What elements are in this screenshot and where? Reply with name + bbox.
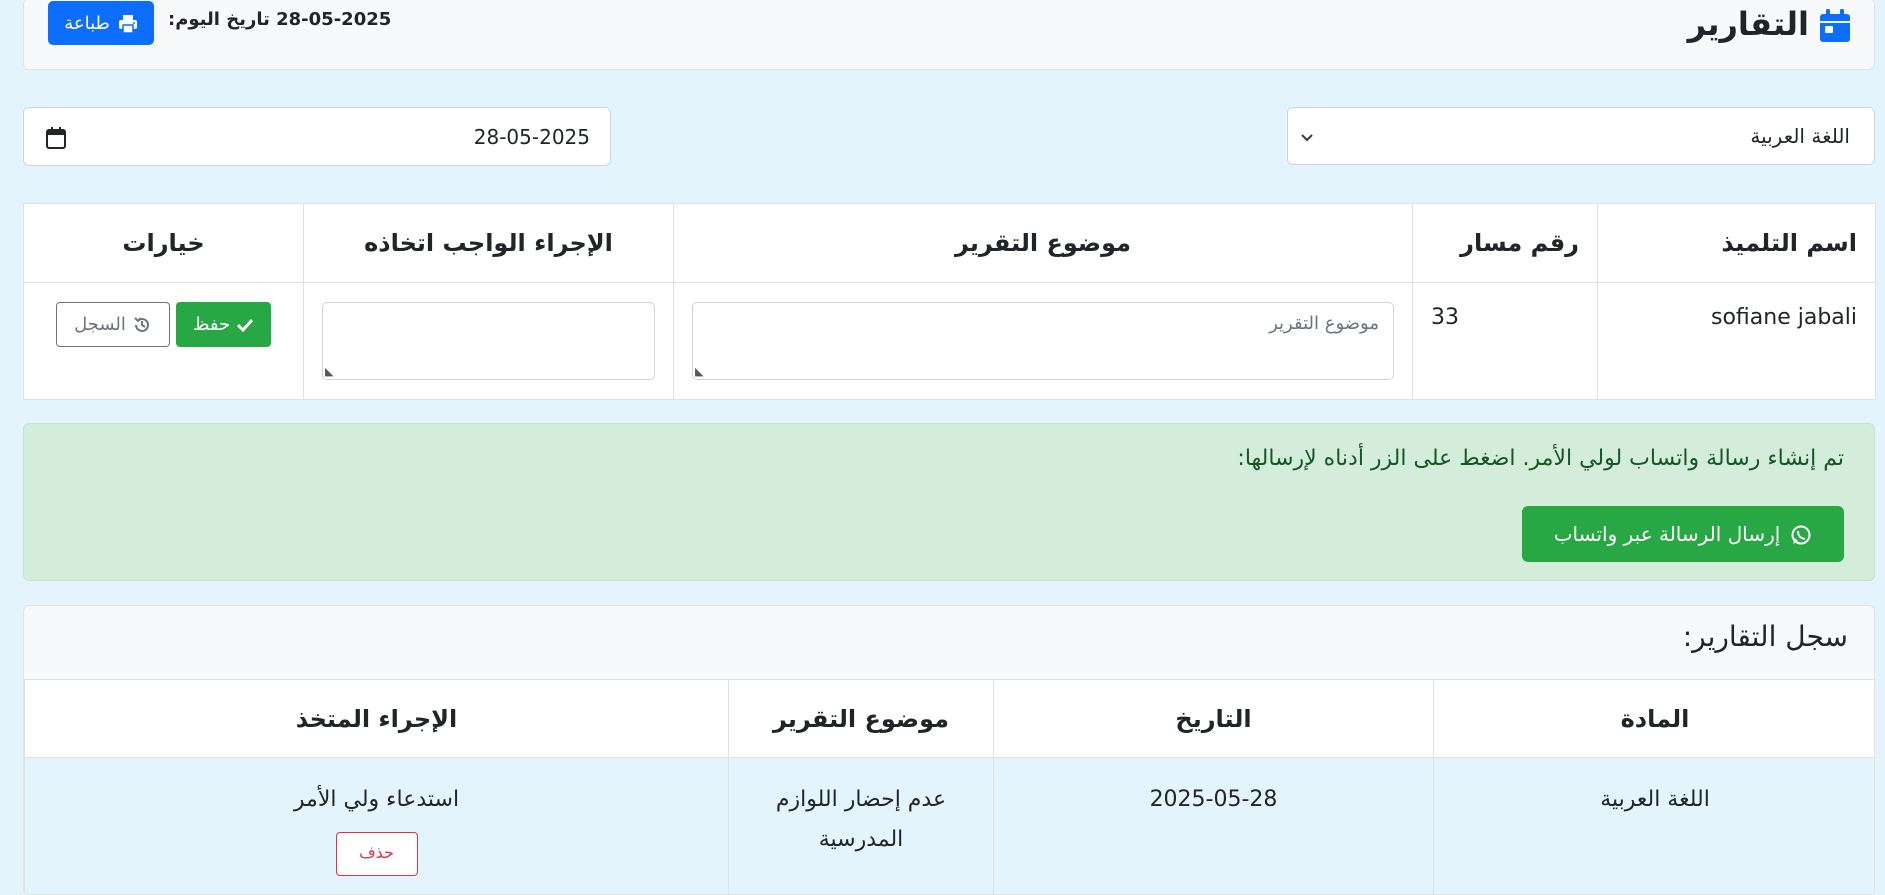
options-buttons: حفظ السجل [42, 302, 285, 347]
history-topic-cell: عدم إحضار اللوازم المدرسية [729, 758, 994, 895]
date-input[interactable]: 28-05-2025 [23, 107, 611, 166]
reports-history-card: سجل التقارير: المادة التاريخ موضوع التقر… [23, 605, 1875, 895]
header-required-action: الإجراء الواجب اتخاذه [304, 204, 674, 283]
whatsapp-button-label: إرسال الرسالة عبر واتساب [1554, 522, 1781, 546]
calendar-icon [1819, 5, 1851, 43]
today-label: تاريخ اليوم: [168, 9, 270, 30]
history-title: سجل التقارير: [1683, 620, 1848, 653]
history-header-row: المادة التاريخ موضوع التقرير الإجراء الم… [25, 680, 1876, 758]
history-header-date: التاريخ [994, 680, 1434, 758]
history-header-subject: المادة [1434, 680, 1876, 758]
table-row: اللغة العربية 2025-05-28 عدم إحضار اللوا… [25, 758, 1876, 895]
history-label: السجل [74, 314, 126, 335]
history-icon [132, 314, 152, 335]
check-icon [236, 314, 254, 335]
header-card: التقارير 28-05-2025 تاريخ اليوم: طباعة [23, 0, 1875, 70]
header-student-name: اسم التلميذ [1598, 204, 1876, 283]
report-topic-placeholder: موضوع التقرير [1269, 313, 1379, 334]
calendar-picker-icon[interactable] [46, 124, 66, 149]
send-whatsapp-button[interactable]: إرسال الرسالة عبر واتساب [1522, 506, 1844, 562]
report-entry-table: اسم التلميذ رقم مسار موضوع التقرير الإجر… [23, 203, 1876, 400]
history-header-action: الإجراء المتخذ [25, 680, 729, 758]
student-name-cell: sofiane jabali [1598, 283, 1876, 400]
page-title: التقارير [1688, 5, 1851, 43]
print-button[interactable]: طباعة [48, 1, 154, 45]
resize-grip-icon[interactable]: ◢ [695, 365, 703, 378]
history-subject-cell: اللغة العربية [1434, 758, 1876, 895]
header-report-topic: موضوع التقرير [674, 204, 1413, 283]
history-action-cell: استدعاء ولي الأمر حذف [25, 758, 729, 895]
save-label: حفظ [193, 314, 230, 335]
subject-selected: اللغة العربية [1750, 124, 1850, 148]
save-button[interactable]: حفظ [176, 302, 271, 347]
alert-message: تم إنشاء رسالة واتساب لولي الأمر. اضغط ع… [1237, 446, 1844, 471]
delete-button[interactable]: حذف [336, 832, 418, 876]
options-cell: حفظ السجل [24, 283, 304, 400]
subject-select[interactable]: اللغة العربية [1287, 107, 1875, 165]
report-topic-input[interactable]: موضوع التقرير ◢ [692, 302, 1394, 380]
page-title-text: التقارير [1688, 5, 1809, 43]
report-topic-cell: موضوع التقرير ◢ [674, 283, 1413, 400]
action-input[interactable]: ◢ [322, 302, 655, 380]
history-table: المادة التاريخ موضوع التقرير الإجراء الم… [24, 679, 1875, 895]
history-date-cell: 2025-05-28 [994, 758, 1434, 895]
whatsapp-alert: تم إنشاء رسالة واتساب لولي الأمر. اضغط ع… [23, 423, 1875, 581]
print-label: طباعة [64, 13, 110, 34]
history-header-topic: موضوع التقرير [729, 680, 994, 758]
header-massar-number: رقم مسار [1413, 204, 1598, 283]
header-options: خيارات [24, 204, 304, 283]
table-header-row: اسم التلميذ رقم مسار موضوع التقرير الإجر… [24, 204, 1876, 283]
massar-number-cell: 33 [1413, 283, 1598, 400]
resize-grip-icon[interactable]: ◢ [325, 365, 333, 378]
action-cell: ◢ [304, 283, 674, 400]
print-icon [118, 13, 138, 34]
today-value: 28-05-2025 [276, 9, 391, 30]
date-value: 28-05-2025 [474, 125, 590, 149]
table-row: sofiane jabali 33 موضوع التقرير ◢ ◢ [24, 283, 1876, 400]
whatsapp-icon [1790, 522, 1812, 547]
today-date: 28-05-2025 تاريخ اليوم: [168, 9, 391, 30]
history-button[interactable]: السجل [56, 302, 170, 347]
chevron-down-icon [1300, 124, 1314, 148]
history-action-text: استدعاء ولي الأمر [26, 780, 727, 820]
